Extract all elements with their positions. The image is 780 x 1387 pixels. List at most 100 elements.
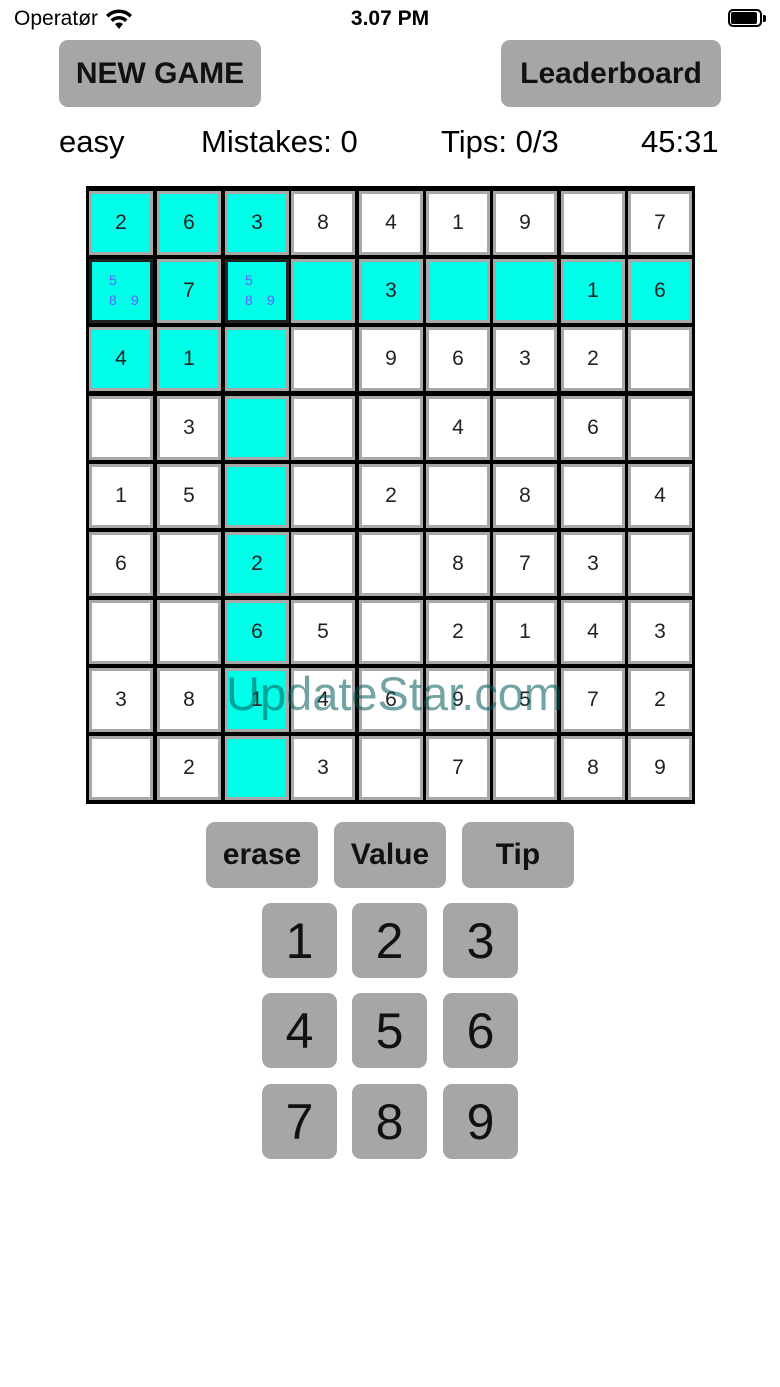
numpad-button-5[interactable]: 5	[352, 993, 427, 1068]
erase-button[interactable]: erase	[206, 822, 318, 888]
board-cell-r8c4[interactable]: 4	[291, 668, 355, 732]
numpad-button-2[interactable]: 2	[352, 903, 427, 978]
board-cell-r9c4[interactable]: 3	[291, 736, 355, 800]
numpad-button-3[interactable]: 3	[443, 903, 518, 978]
board-cell-r5c7[interactable]: 8	[493, 464, 557, 528]
board-cell-r4c4[interactable]	[291, 396, 355, 460]
board-cell-r7c9[interactable]: 3	[628, 600, 692, 664]
note-digit: 5	[245, 272, 253, 288]
board-cell-r6c5[interactable]	[359, 532, 423, 596]
board-cell-r7c7[interactable]: 1	[493, 600, 557, 664]
board-cell-r9c7[interactable]	[493, 736, 557, 800]
board-cell-r2c6[interactable]	[426, 259, 490, 323]
board-cell-r6c3[interactable]: 2	[225, 532, 289, 596]
board-cell-r4c3[interactable]	[225, 396, 289, 460]
board-cell-r8c7[interactable]: 5	[493, 668, 557, 732]
board-cell-r8c2[interactable]: 8	[157, 668, 221, 732]
board-cell-r5c1[interactable]: 1	[89, 464, 153, 528]
numpad-button-7[interactable]: 7	[262, 1084, 337, 1159]
tip-button[interactable]: Tip	[462, 822, 574, 888]
board-cell-r3c4[interactable]	[291, 327, 355, 391]
numpad-button-9[interactable]: 9	[443, 1084, 518, 1159]
board-cell-r9c1[interactable]	[89, 736, 153, 800]
board-cell-r2c2[interactable]: 7	[157, 259, 221, 323]
board-cell-r2c3[interactable]: 5 89	[225, 259, 289, 323]
numpad-button-4[interactable]: 4	[262, 993, 337, 1068]
board-cell-r8c3[interactable]: 1	[225, 668, 289, 732]
board-cell-r5c6[interactable]	[426, 464, 490, 528]
board-cell-r5c4[interactable]	[291, 464, 355, 528]
board-cell-r3c3[interactable]	[225, 327, 289, 391]
board-cell-r1c8[interactable]	[561, 191, 625, 255]
board-cell-r7c4[interactable]: 5	[291, 600, 355, 664]
numpad-button-1[interactable]: 1	[262, 903, 337, 978]
board-cell-r1c7[interactable]: 9	[493, 191, 557, 255]
board-cell-r1c9[interactable]: 7	[628, 191, 692, 255]
board-cell-r3c7[interactable]: 3	[493, 327, 557, 391]
board-cell-r4c9[interactable]	[628, 396, 692, 460]
board-cell-r7c8[interactable]: 4	[561, 600, 625, 664]
board-cell-r9c8[interactable]: 8	[561, 736, 625, 800]
board-cell-r4c2[interactable]: 3	[157, 396, 221, 460]
board-cell-r1c2[interactable]: 6	[157, 191, 221, 255]
board-cell-r9c9[interactable]: 9	[628, 736, 692, 800]
board-cell-r2c5[interactable]: 3	[359, 259, 423, 323]
board-cell-r7c5[interactable]	[359, 600, 423, 664]
board-cell-r4c6[interactable]: 4	[426, 396, 490, 460]
board-cell-r4c5[interactable]	[359, 396, 423, 460]
board-cell-r3c8[interactable]: 2	[561, 327, 625, 391]
board-cell-r2c9[interactable]: 6	[628, 259, 692, 323]
board-cell-r2c8[interactable]: 1	[561, 259, 625, 323]
board-cell-r8c8[interactable]: 7	[561, 668, 625, 732]
board-cell-r5c2[interactable]: 5	[157, 464, 221, 528]
new-game-button[interactable]: NEW GAME	[59, 40, 261, 107]
board-cell-r7c6[interactable]: 2	[426, 600, 490, 664]
board-cell-r6c6[interactable]: 8	[426, 532, 490, 596]
board-cell-r4c7[interactable]	[493, 396, 557, 460]
board-cell-r1c4[interactable]: 8	[291, 191, 355, 255]
board-cell-r9c5[interactable]	[359, 736, 423, 800]
board-cell-r9c6[interactable]: 7	[426, 736, 490, 800]
board-cell-r9c2[interactable]: 2	[157, 736, 221, 800]
board-cell-r8c9[interactable]: 2	[628, 668, 692, 732]
board-cell-r3c9[interactable]	[628, 327, 692, 391]
board-cell-r8c6[interactable]: 9	[426, 668, 490, 732]
leaderboard-button[interactable]: Leaderboard	[501, 40, 721, 107]
board-cell-r6c4[interactable]	[291, 532, 355, 596]
board-cell-r3c5[interactable]: 9	[359, 327, 423, 391]
board-cell-r3c6[interactable]: 6	[426, 327, 490, 391]
board-cell-r3c1[interactable]: 4	[89, 327, 153, 391]
board-cell-r7c3[interactable]: 6	[225, 600, 289, 664]
board-cell-r7c2[interactable]	[157, 600, 221, 664]
board-cell-r2c7[interactable]	[493, 259, 557, 323]
board-cell-r1c6[interactable]: 1	[426, 191, 490, 255]
cell-value: 9	[654, 756, 666, 779]
board-cell-r5c8[interactable]	[561, 464, 625, 528]
board-cell-r5c5[interactable]: 2	[359, 464, 423, 528]
board-cell-r2c1[interactable]: 5 89	[89, 259, 153, 323]
board-cell-r7c1[interactable]	[89, 600, 153, 664]
numpad-button-8[interactable]: 8	[352, 1084, 427, 1159]
board-cell-r3c2[interactable]: 1	[157, 327, 221, 391]
board-cell-r6c8[interactable]: 3	[561, 532, 625, 596]
board-cell-r1c5[interactable]: 4	[359, 191, 423, 255]
value-mode-button[interactable]: Value	[334, 822, 446, 888]
cell-value: 6	[452, 347, 464, 370]
board-cell-r8c5[interactable]: 6	[359, 668, 423, 732]
cell-value: 6	[183, 211, 195, 234]
cell-value: 2	[183, 756, 195, 779]
board-cell-r4c8[interactable]: 6	[561, 396, 625, 460]
numpad-button-6[interactable]: 6	[443, 993, 518, 1068]
board-cell-r6c7[interactable]: 7	[493, 532, 557, 596]
board-cell-r6c2[interactable]	[157, 532, 221, 596]
board-cell-r8c1[interactable]: 3	[89, 668, 153, 732]
board-cell-r6c1[interactable]: 6	[89, 532, 153, 596]
board-cell-r5c9[interactable]: 4	[628, 464, 692, 528]
board-cell-r4c1[interactable]	[89, 396, 153, 460]
board-cell-r6c9[interactable]	[628, 532, 692, 596]
board-cell-r2c4[interactable]	[291, 259, 355, 323]
board-cell-r5c3[interactable]	[225, 464, 289, 528]
board-cell-r1c1[interactable]: 2	[89, 191, 153, 255]
board-cell-r9c3[interactable]	[225, 736, 289, 800]
board-cell-r1c3[interactable]: 3	[225, 191, 289, 255]
